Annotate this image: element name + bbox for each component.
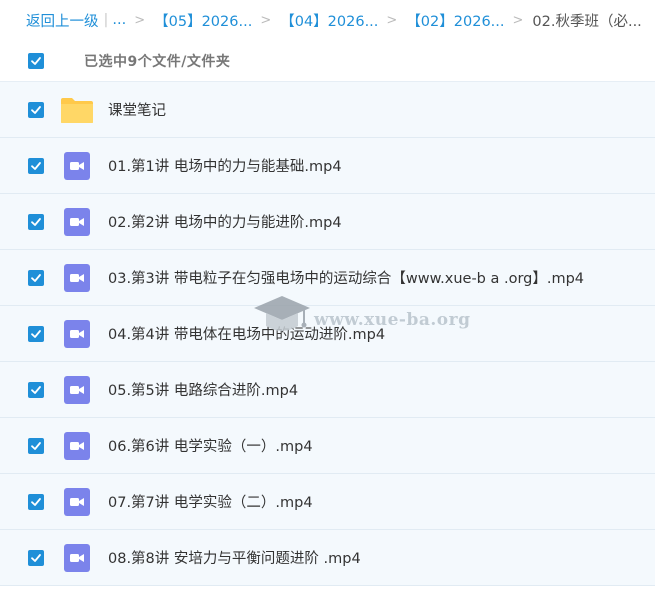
video-file-icon (64, 320, 90, 348)
file-name[interactable]: 08.第8讲 安培力与平衡问题进阶 .mp4 (108, 547, 361, 568)
video-file-icon (64, 208, 90, 236)
check-icon (31, 106, 41, 114)
video-file-icon (64, 264, 90, 292)
video-file-icon (64, 152, 90, 180)
check-icon (31, 162, 41, 170)
check-icon (31, 274, 41, 282)
row-checkbox[interactable] (28, 494, 44, 510)
row-checkbox[interactable] (28, 550, 44, 566)
breadcrumb-current: 02.秋季班（必... (532, 13, 642, 30)
breadcrumb: 返回上一级 | ... > 【05】2026... > 【04】2026... … (0, 0, 655, 40)
folder-icon (61, 98, 93, 123)
row-checkbox[interactable] (28, 438, 44, 454)
video-file-icon (64, 544, 90, 572)
video-file-icon (64, 376, 90, 404)
breadcrumb-item-2[interactable]: 【04】2026... (280, 10, 378, 31)
file-name[interactable]: 03.第3讲 带电粒子在匀强电场中的运动综合【www.xue-b a .org】… (108, 267, 584, 288)
breadcrumb-separator: > (386, 12, 398, 28)
breadcrumb-separator: > (134, 12, 146, 28)
check-icon (31, 554, 41, 562)
check-icon (31, 218, 41, 226)
file-name[interactable]: 05.第5讲 电路综合进阶.mp4 (108, 379, 298, 400)
breadcrumb-ellipsis[interactable]: ... (112, 12, 126, 28)
file-row[interactable]: 05.第5讲 电路综合进阶.mp4 (0, 362, 655, 418)
video-file-icon (64, 488, 90, 516)
breadcrumb-pipe: | (103, 12, 109, 28)
check-icon (31, 330, 41, 338)
check-icon (31, 442, 41, 450)
check-icon (31, 498, 41, 506)
select-all-checkbox[interactable] (28, 52, 44, 69)
file-row[interactable]: 02.第2讲 电场中的力与能进阶.mp4 (0, 194, 655, 250)
file-name[interactable]: 04.第4讲 带电体在电场中的运动进阶.mp4 (108, 323, 385, 344)
video-file-icon (64, 432, 90, 460)
file-name[interactable]: 课堂笔记 (108, 99, 166, 120)
row-checkbox[interactable] (28, 382, 44, 398)
file-name[interactable]: 07.第7讲 电学实验（二）.mp4 (108, 491, 313, 512)
file-list: 课堂笔记 01.第1讲 电场中的力与能基础.mp4 02.第2讲 电场中的力与能… (0, 82, 655, 586)
file-name[interactable]: 01.第1讲 电场中的力与能基础.mp4 (108, 155, 342, 176)
back-link[interactable]: 返回上一级 (26, 10, 99, 31)
breadcrumb-separator: > (260, 12, 272, 28)
selection-count-text: 已选中9个文件/文件夹 (84, 53, 231, 70)
row-checkbox[interactable] (28, 158, 44, 174)
file-row[interactable]: 01.第1讲 电场中的力与能基础.mp4 (0, 138, 655, 194)
check-icon (31, 56, 41, 65)
file-row[interactable]: 07.第7讲 电学实验（二）.mp4 (0, 474, 655, 530)
row-checkbox[interactable] (28, 214, 44, 230)
row-checkbox[interactable] (28, 102, 44, 118)
selection-header: 已选中9个文件/文件夹 (0, 40, 655, 82)
row-checkbox[interactable] (28, 326, 44, 342)
file-name[interactable]: 02.第2讲 电场中的力与能进阶.mp4 (108, 211, 342, 232)
file-row-folder[interactable]: 课堂笔记 (0, 82, 655, 138)
file-row[interactable]: 08.第8讲 安培力与平衡问题进阶 .mp4 (0, 530, 655, 586)
breadcrumb-item-1[interactable]: 【05】2026... (154, 10, 252, 31)
file-name[interactable]: 06.第6讲 电学实验（一）.mp4 (108, 435, 313, 456)
file-row[interactable]: 04.第4讲 带电体在电场中的运动进阶.mp4 (0, 306, 655, 362)
file-row[interactable]: 03.第3讲 带电粒子在匀强电场中的运动综合【www.xue-b a .org】… (0, 250, 655, 306)
check-icon (31, 386, 41, 394)
breadcrumb-separator: > (512, 12, 524, 28)
breadcrumb-item-3[interactable]: 【02】2026... (406, 10, 504, 31)
file-row[interactable]: 06.第6讲 电学实验（一）.mp4 (0, 418, 655, 474)
row-checkbox[interactable] (28, 270, 44, 286)
